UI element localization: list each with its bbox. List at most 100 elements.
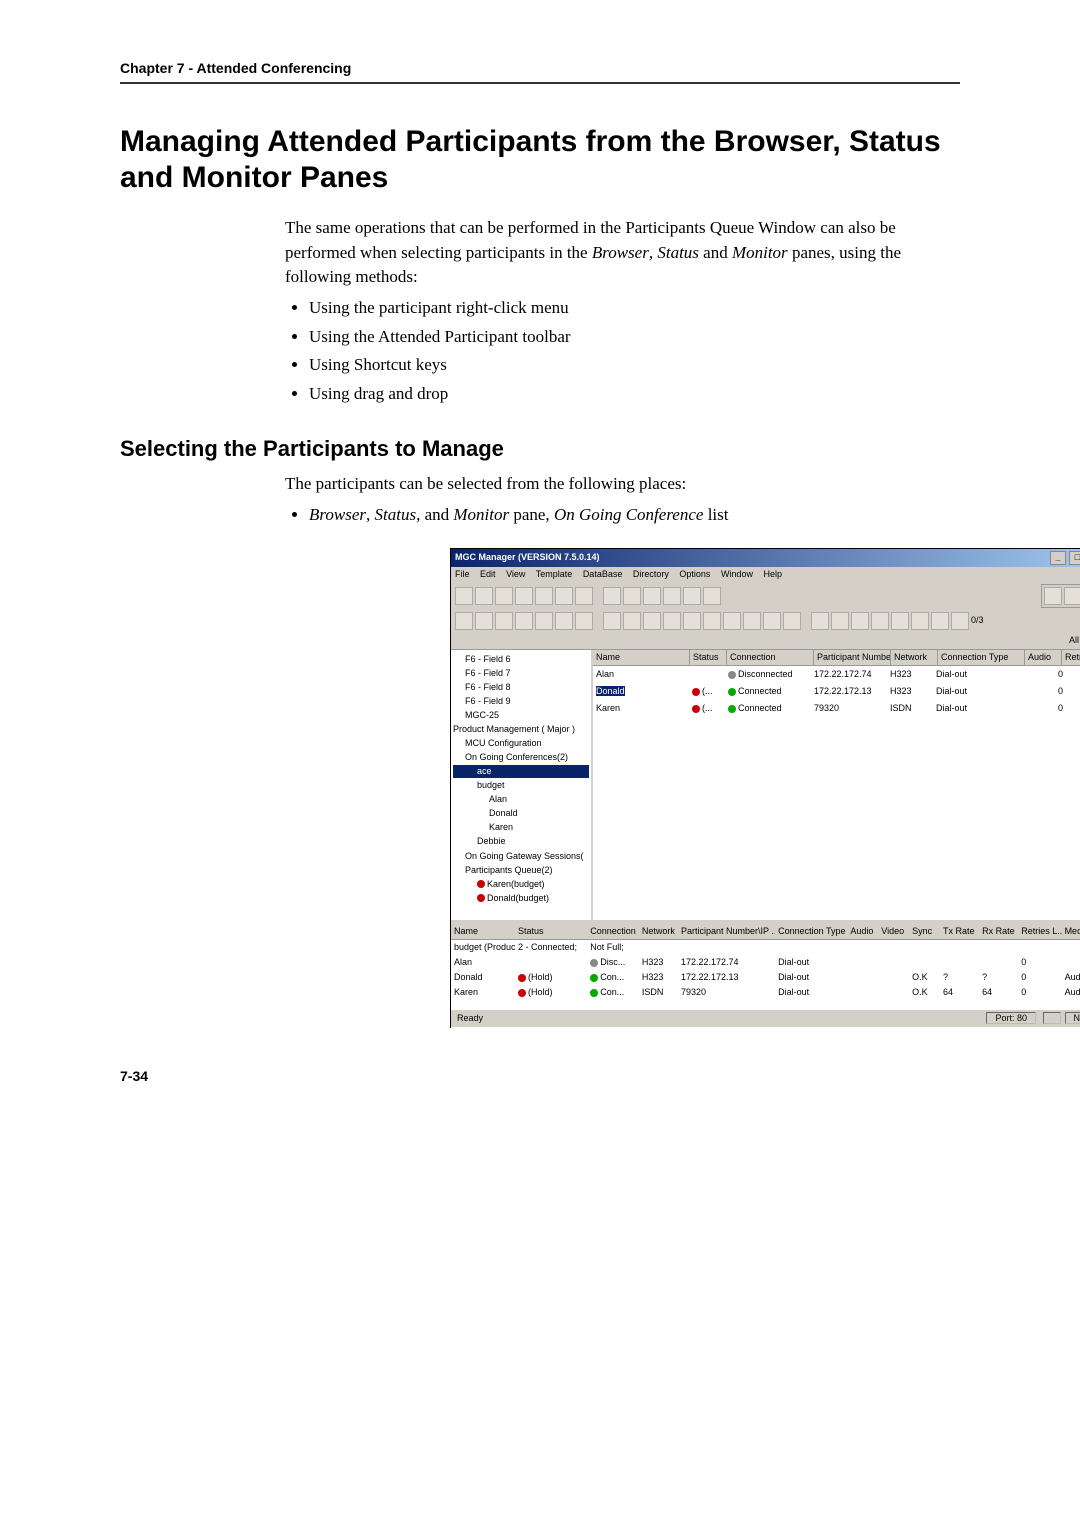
col-tx-rate[interactable]: Tx Rate xyxy=(940,924,979,939)
list-row[interactable]: Alan Disconnected 172.22.172.74 H323 Dia… xyxy=(593,666,1080,683)
tree-node[interactable]: F6 - Field 6 xyxy=(453,653,589,666)
toolbar-button[interactable] xyxy=(515,612,533,630)
menu-database[interactable]: DataBase xyxy=(583,569,623,579)
attended-button[interactable] xyxy=(1044,587,1062,605)
col-connection[interactable]: Connection xyxy=(587,924,639,939)
toolbar-button[interactable] xyxy=(663,587,681,605)
toolbar-button[interactable] xyxy=(951,612,969,630)
titlebar[interactable]: MGC Manager (VERSION 7.5.0.14) _ □ × xyxy=(451,549,1080,567)
col-network[interactable]: Network xyxy=(639,924,678,939)
toolbar-button[interactable] xyxy=(603,612,621,630)
toolbar-button[interactable] xyxy=(475,612,493,630)
col-audio[interactable]: Audio xyxy=(847,924,878,939)
tree-node-budget[interactable]: budget xyxy=(453,779,589,792)
list-row[interactable]: Karen (... Connected 79320 ISDN Dial-out… xyxy=(593,700,1080,717)
tree-node-ace[interactable]: ace xyxy=(453,765,589,778)
tree-node[interactable]: Participants Queue(2) xyxy=(453,864,589,877)
menu-file[interactable]: File xyxy=(455,569,470,579)
tree-node[interactable]: Karen(budget) xyxy=(453,878,589,891)
col-video[interactable]: Video xyxy=(878,924,909,939)
toolbar-button[interactable] xyxy=(683,587,701,605)
tree-node[interactable]: On Going Conferences(2) xyxy=(453,751,589,764)
tree-node[interactable]: Donald xyxy=(453,807,589,820)
toolbar-button[interactable] xyxy=(703,612,721,630)
col-retries-left[interactable]: Retries L... xyxy=(1018,924,1061,939)
attended-button[interactable] xyxy=(1064,587,1080,605)
tree-node[interactable]: F6 - Field 8 xyxy=(453,681,589,694)
col-status[interactable]: Status xyxy=(690,650,727,665)
toolbar-button[interactable] xyxy=(643,587,661,605)
menu-window[interactable]: Window xyxy=(721,569,753,579)
toolbar-button[interactable] xyxy=(851,612,869,630)
tree-node[interactable]: F6 - Field 9 xyxy=(453,695,589,708)
browser-tree[interactable]: F6 - Field 6 F6 - Field 7 F6 - Field 8 F… xyxy=(451,650,593,920)
toolbar-button[interactable] xyxy=(831,612,849,630)
col-participant-number[interactable]: Participant Number\... xyxy=(814,650,891,665)
toolbar-button[interactable] xyxy=(455,587,473,605)
status-row[interactable]: Donald (Hold) Con... H323 172.22.172.13 … xyxy=(451,970,1080,985)
toolbar-button[interactable] xyxy=(555,587,573,605)
tree-node[interactable]: Debbie xyxy=(453,835,589,848)
col-network[interactable]: Network xyxy=(891,650,938,665)
filter-dropdown-all[interactable]: All xyxy=(1069,634,1079,647)
col-connection-type[interactable]: Connection Type xyxy=(938,650,1025,665)
toolbar-button[interactable] xyxy=(663,612,681,630)
col-sync[interactable]: Sync xyxy=(909,924,940,939)
toolbar-button[interactable] xyxy=(475,587,493,605)
toolbar-button[interactable] xyxy=(575,612,593,630)
tree-node[interactable]: Alan xyxy=(453,793,589,806)
tree-node[interactable]: Product Management ( Major ) xyxy=(453,723,589,736)
col-name[interactable]: Name xyxy=(451,924,515,939)
col-name[interactable]: Name xyxy=(593,650,690,665)
menu-edit[interactable]: Edit xyxy=(480,569,496,579)
toolbar-button[interactable] xyxy=(623,612,641,630)
toolbar-button[interactable] xyxy=(911,612,929,630)
col-connection-type[interactable]: Connection Type xyxy=(775,924,847,939)
status-row[interactable]: Alan Disc... H323 172.22.172.74 Dial-out… xyxy=(451,955,1080,970)
tree-node[interactable]: Karen xyxy=(453,821,589,834)
maximize-button[interactable]: □ xyxy=(1069,551,1080,565)
toolbar-button[interactable] xyxy=(515,587,533,605)
toolbar-button[interactable] xyxy=(455,612,473,630)
status-row[interactable]: budget (Produc... 2 - Connected; Not Ful… xyxy=(451,940,1080,955)
menu-options[interactable]: Options xyxy=(679,569,710,579)
col-media[interactable]: Media Mo xyxy=(1062,924,1080,939)
col-connection[interactable]: Connection xyxy=(727,650,814,665)
tree-node[interactable]: Donald(budget) xyxy=(453,892,589,905)
toolbar-button[interactable] xyxy=(783,612,801,630)
toolbar-button[interactable] xyxy=(535,612,553,630)
toolbar-button[interactable] xyxy=(575,587,593,605)
toolbar-button[interactable] xyxy=(891,612,909,630)
toolbar-button[interactable] xyxy=(811,612,829,630)
toolbar-button[interactable] xyxy=(743,612,761,630)
toolbar-button[interactable] xyxy=(723,612,741,630)
col-status[interactable]: Status xyxy=(515,924,587,939)
toolbar-button[interactable] xyxy=(623,587,641,605)
menu-directory[interactable]: Directory xyxy=(633,569,669,579)
col-retries[interactable]: Retrie xyxy=(1062,650,1080,665)
col-audio[interactable]: Audio xyxy=(1025,650,1062,665)
tree-node[interactable]: On Going Gateway Sessions( xyxy=(453,850,589,863)
toolbar-button[interactable] xyxy=(763,612,781,630)
toolbar-button[interactable] xyxy=(555,612,573,630)
toolbar-button[interactable] xyxy=(871,612,889,630)
col-participant-number[interactable]: Participant Number\IP ... xyxy=(678,924,775,939)
tree-node[interactable]: F6 - Field 7 xyxy=(453,667,589,680)
menu-help[interactable]: Help xyxy=(763,569,782,579)
toolbar-button[interactable] xyxy=(703,587,721,605)
toolbar-button[interactable] xyxy=(495,612,513,630)
tree-node[interactable]: MCU Configuration xyxy=(453,737,589,750)
status-row[interactable]: Karen (Hold) Con... ISDN 79320 Dial-out … xyxy=(451,985,1080,1000)
toolbar-button[interactable] xyxy=(643,612,661,630)
toolbar-button[interactable] xyxy=(603,587,621,605)
toolbar-button[interactable] xyxy=(683,612,701,630)
tree-node[interactable]: MGC-25 xyxy=(453,709,589,722)
list-row[interactable]: Donald (... Connected 172.22.172.13 H323… xyxy=(593,683,1080,700)
toolbar-button[interactable] xyxy=(495,587,513,605)
menu-view[interactable]: View xyxy=(506,569,525,579)
col-rx-rate[interactable]: Rx Rate xyxy=(979,924,1018,939)
minimize-button[interactable]: _ xyxy=(1050,551,1066,565)
menu-template[interactable]: Template xyxy=(536,569,573,579)
toolbar-button[interactable] xyxy=(931,612,949,630)
toolbar-button[interactable] xyxy=(535,587,553,605)
